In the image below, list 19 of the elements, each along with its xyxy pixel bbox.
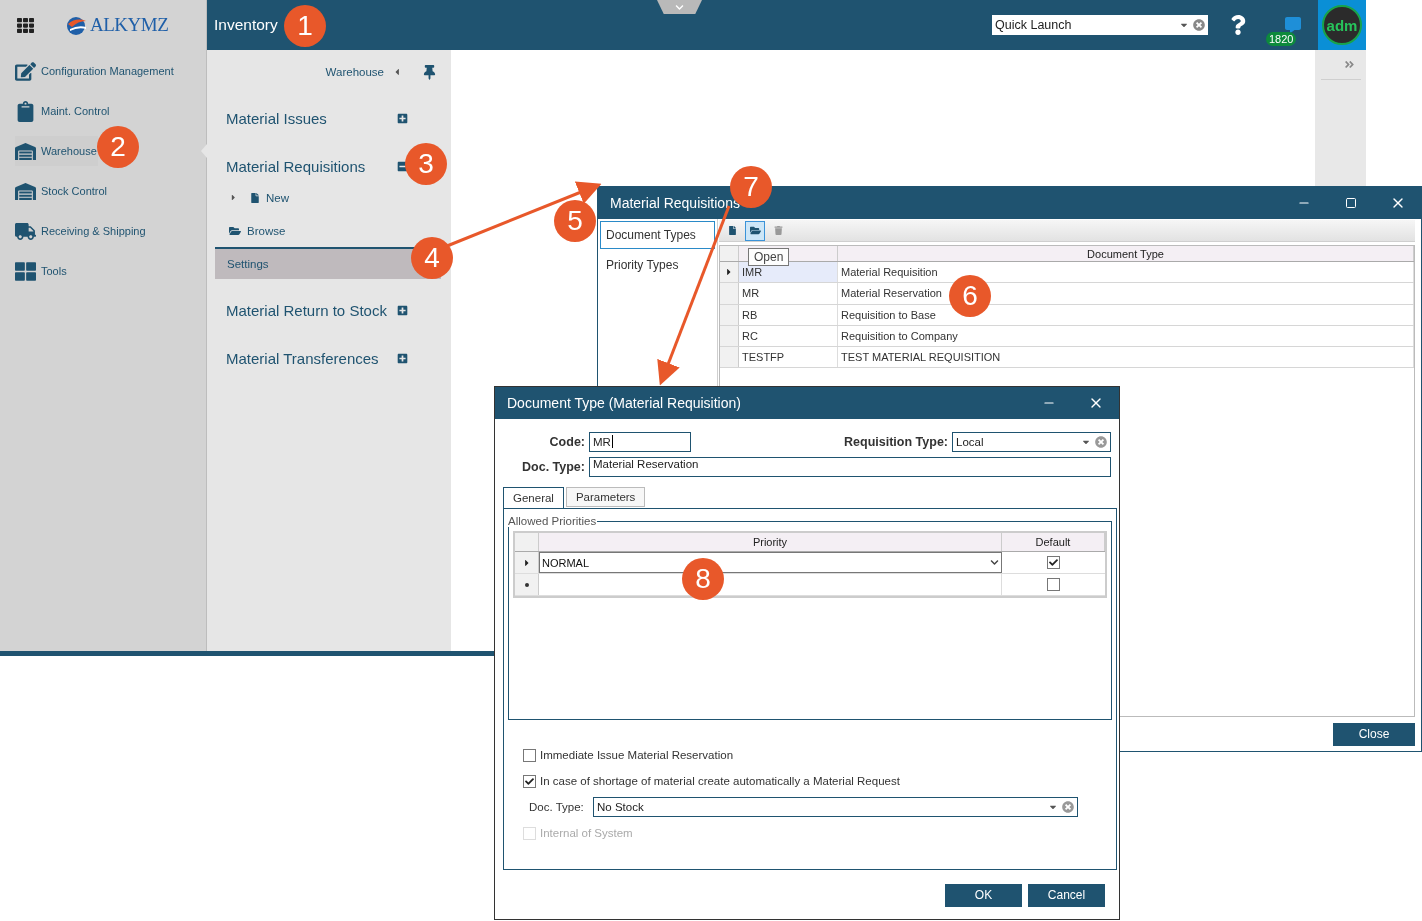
checkbox-label: In case of shortage of material create automatically a Material Request — [540, 775, 900, 787]
tooltip: Open — [748, 248, 790, 266]
table-cell: TEST MATERIAL REQUISITION — [838, 347, 1414, 368]
checkbox-label: Internal of System — [540, 827, 633, 839]
checkbox-label: Immediate Issue Material Reservation — [540, 749, 734, 761]
field-label: Doc. Type: — [521, 459, 586, 474]
column-header: Document Type — [838, 246, 1414, 261]
breadcrumb: Warehouse — [325, 66, 384, 78]
table-cell: Requisition to Company — [838, 325, 1414, 347]
group-title: Allowed Priorities — [508, 515, 598, 527]
column-header: Priority — [539, 533, 1002, 551]
field-label: Code: — [548, 434, 586, 449]
dialog-title: Document Type (Material Requisition) — [507, 395, 742, 411]
field-label: Doc. Type: — [528, 801, 585, 813]
module-title: Inventory — [214, 16, 278, 34]
column-header: Default — [1002, 533, 1105, 551]
logo: ALKYMZ — [66, 14, 169, 36]
message-count: 1820 — [1266, 32, 1297, 46]
field-label: Requisition Type: — [843, 434, 949, 449]
